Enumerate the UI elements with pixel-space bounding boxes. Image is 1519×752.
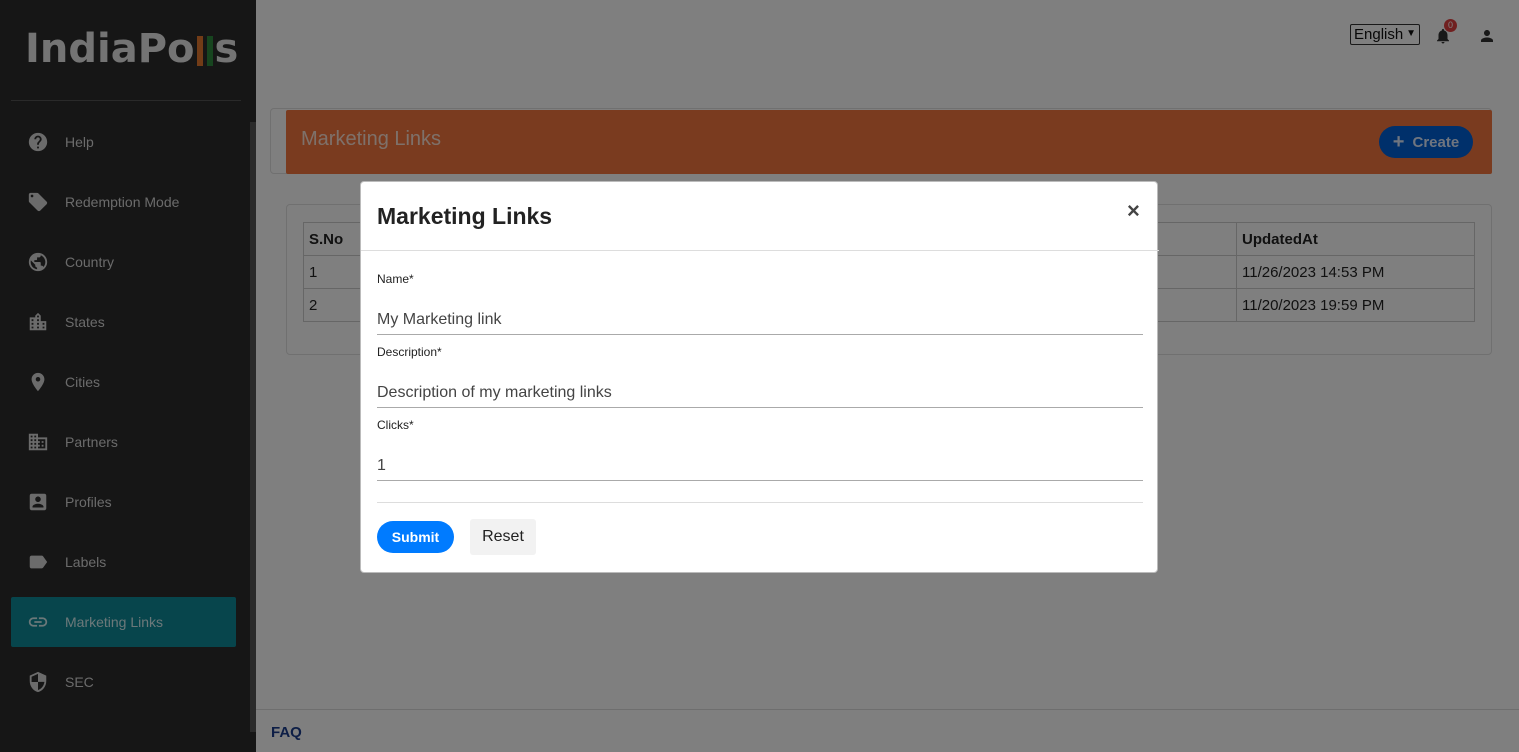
modal-header-divider	[361, 250, 1159, 251]
submit-button[interactable]: Submit	[377, 521, 454, 553]
name-label: Name*	[377, 272, 414, 286]
description-field[interactable]: Description of my marketing links	[377, 378, 1143, 408]
reset-button[interactable]: Reset	[470, 519, 536, 555]
name-field[interactable]: My Marketing link	[377, 305, 1143, 335]
clicks-field[interactable]: 1	[377, 451, 1143, 481]
modal-footer-divider	[377, 502, 1143, 503]
clicks-label: Clicks*	[377, 418, 414, 432]
modal-title: Marketing Links	[377, 203, 553, 229]
marketing-links-modal: Marketing Links × Name* My Marketing lin…	[360, 181, 1159, 573]
description-label: Description*	[377, 345, 442, 359]
close-icon[interactable]: ×	[1127, 198, 1140, 224]
